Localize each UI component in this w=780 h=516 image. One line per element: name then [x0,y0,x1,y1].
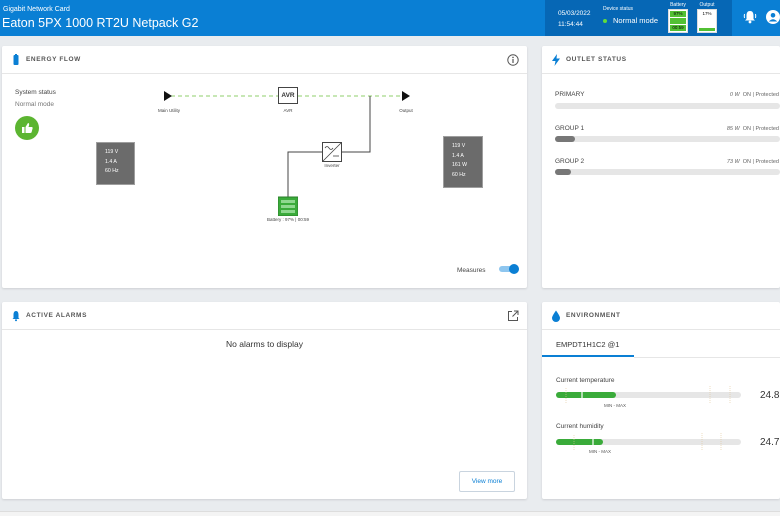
humidity-label: Current humidity [556,423,604,430]
outlet-bar [555,169,780,175]
output-mini-box: 17% [697,9,717,33]
output-mini-pct: 17% [702,11,712,16]
inverter-label: Inverter [324,163,340,168]
header-status-panel[interactable]: 05/03/2022 11:54:44 Device status Normal… [545,0,732,36]
tab-environment-sensor[interactable]: EMPDT1H1C2 @1 [542,330,634,357]
water-drop-icon [552,310,560,322]
environment-card: ENVIRONMENT EMPDT1H1C2 @1 Current temper… [542,302,780,499]
environment-header: ENVIRONMENT [542,302,780,330]
measures-label: Measures [457,267,486,274]
humidity-minmax: MIN - MAX [589,449,611,454]
battery-block-icon [278,196,298,216]
output-label: Output [399,108,413,113]
header-datetime: 05/03/2022 11:54:44 [558,8,591,30]
inverter-icon [322,142,342,162]
output-arrow [402,91,410,101]
outlet-fill [555,169,571,175]
device-status-value: Normal mode [603,16,658,25]
view-more-button[interactable]: View more [459,471,515,492]
alarm-bell-icon [12,311,20,322]
battery-mini-widget[interactable]: Battery 97% 00:59 [668,2,688,33]
outlet-value: 0 W ON | Protected [729,92,779,98]
humidity-value: 24.7 [760,437,780,448]
battery-label: Battery : 97% | 00:59 [267,217,309,222]
outlet-value: 85 W ON | Protected [726,126,779,132]
device-status-label: Device status [603,6,634,12]
temperature-value: 24.8 [760,390,780,401]
lightning-icon [552,54,560,66]
toggle-knob [509,264,519,274]
environment-title: ENVIRONMENT [566,312,621,319]
main-utility-label: Main Utility [157,108,180,113]
header-date: 05/03/2022 [558,10,591,17]
outlet-bar [555,103,780,109]
outlet-fill [555,136,576,142]
header-subtitle: Gigabit Network Card [3,6,70,13]
battery-mini-label: Battery [670,2,686,8]
outlet-status-card: OUTLET STATUS PRIMARY 0 W ON | Protected… [542,46,780,288]
avr-label: AVR [283,108,293,113]
active-alarms-header: ACTIVE ALARMS [2,302,527,330]
energy-flow-diagram [164,91,410,197]
footer-strip [0,511,780,516]
active-alarms-card: ACTIVE ALARMS No alarms to display View … [2,302,527,499]
header-title: Eaton 5PX 1000 RT2U Netpack G2 [2,16,199,30]
measures-toggle[interactable] [499,264,519,274]
outlet-name: GROUP 2 [555,158,585,165]
battery-mini-pct: 97% [670,11,686,17]
output-mini-widget[interactable]: Output 17% [697,2,717,33]
flow-line-output-inverter [342,96,371,153]
battery-mini-time: 00:59 [670,25,686,31]
battery-mini-box: 97% 00:59 [668,9,688,33]
top-header: Gigabit Network Card Eaton 5PX 1000 RT2U… [0,0,780,36]
external-link-icon[interactable] [507,310,519,322]
temperature-markers [565,386,731,404]
status-dot [603,19,607,24]
no-alarms-message: No alarms to display [225,339,303,349]
output-mini-label: Output [699,2,715,8]
outlet-status-header: OUTLET STATUS [542,46,780,74]
outlet-status-title: OUTLET STATUS [566,56,627,63]
bell-icon[interactable] [742,9,758,25]
user-icon[interactable] [765,9,780,25]
avr-box: AVR [278,87,298,104]
energy-flow-card: ENERGY FLOW System status Normal mode 11… [2,46,527,288]
output-mini-level [699,28,715,31]
outlet-name: GROUP 1 [555,125,585,132]
outlet-name: PRIMARY [555,91,585,98]
flow-line-inverter-battery [287,151,322,197]
active-alarms-title: ACTIVE ALARMS [26,312,88,319]
main-utility-arrow [164,91,172,101]
battery-mini-level [670,18,686,24]
tab-divider [634,357,780,358]
header-time: 11:54:44 [558,21,583,28]
humidity-markers [573,433,722,451]
outlet-value: 73 W ON | Protected [726,159,779,165]
temperature-label: Current temperature [556,377,615,384]
outlet-bar [555,136,780,142]
temperature-minmax: MIN - MAX [604,403,626,408]
